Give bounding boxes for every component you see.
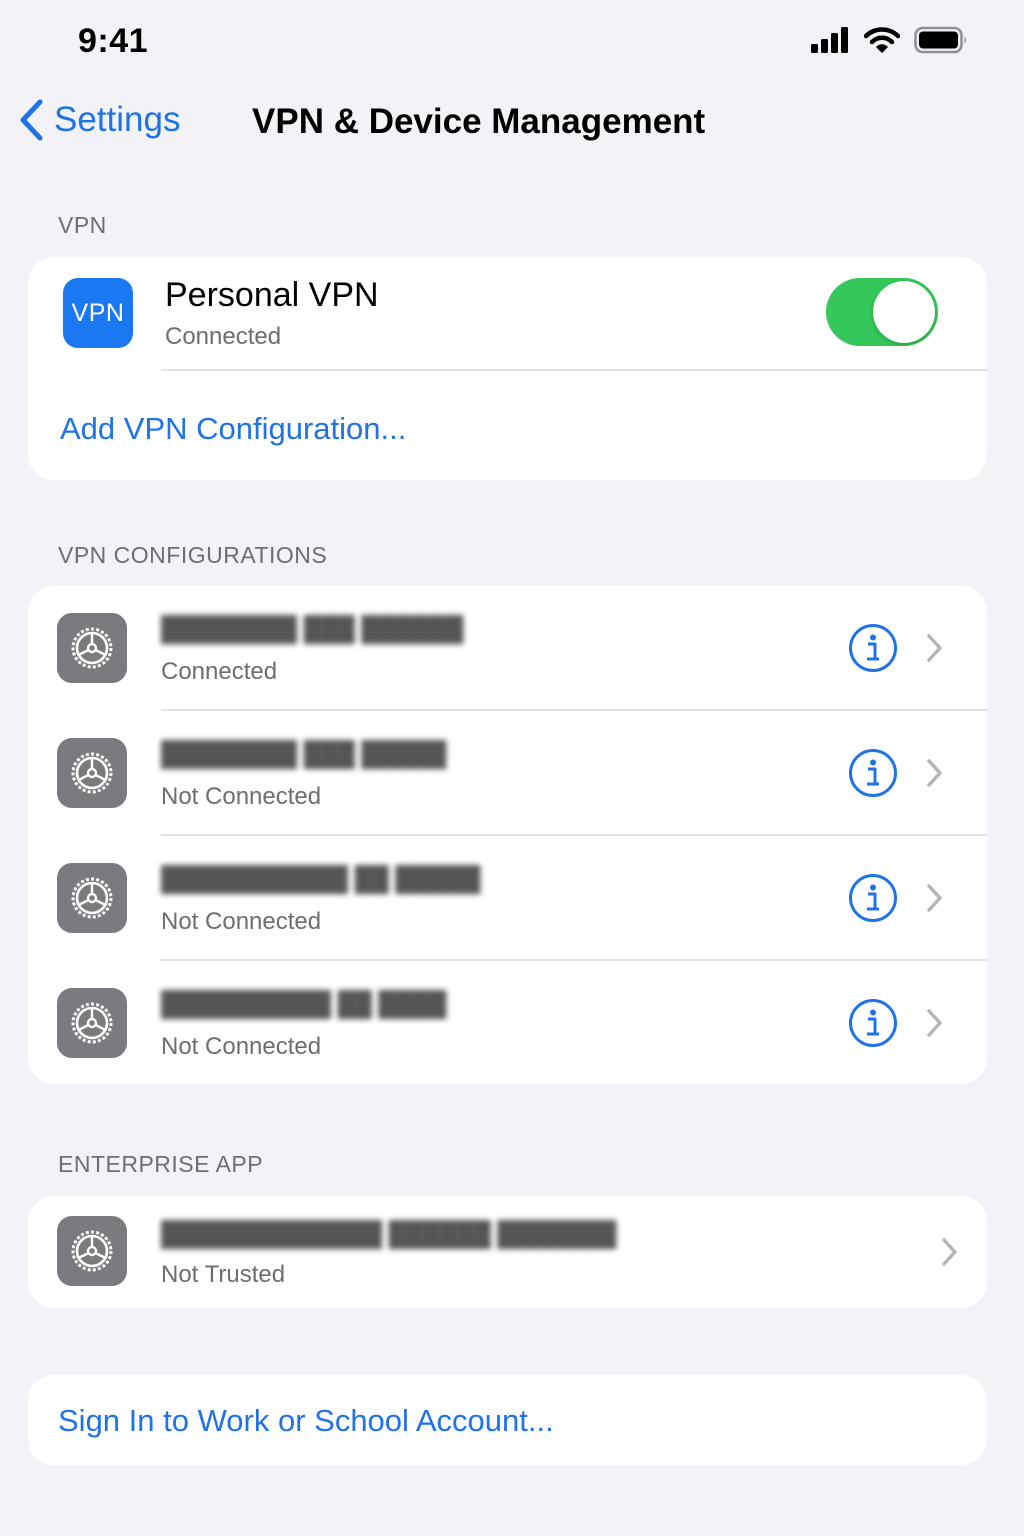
wifi-icon: [864, 27, 900, 53]
navigation-bar: Settings VPN & Device Management: [0, 92, 1024, 156]
sign-in-row[interactable]: Sign In to Work or School Account...: [28, 1375, 987, 1465]
vpn-configuration-name-redacted: ██████████ ██ ████: [161, 991, 447, 1018]
chevron-right-icon: [927, 884, 942, 912]
settings-gear-icon: [57, 613, 127, 683]
info-icon[interactable]: [848, 998, 898, 1048]
info-icon[interactable]: [848, 623, 898, 673]
vpn-configuration-name-redacted: ████████ ███ ██████: [161, 616, 464, 643]
vpn-configuration-row[interactable]: ████████ ███ █████ Not Connected: [28, 711, 987, 835]
vpn-configurations-card: ████████ ███ ██████ Connected ████████ █…: [28, 586, 987, 1084]
vpn-configuration-status: Not Connected: [161, 908, 322, 935]
settings-gear-icon: [57, 1216, 127, 1286]
vpn-configuration-status: Not Connected: [161, 783, 322, 810]
section-header-vpn: VPN: [58, 212, 107, 238]
chevron-right-icon: [942, 1238, 957, 1266]
add-vpn-configuration-link[interactable]: Add VPN Configuration...: [60, 411, 406, 447]
personal-vpn-title: Personal VPN: [165, 276, 379, 314]
section-header-enterprise-app: ENTERPRISE APP: [58, 1151, 264, 1177]
vpn-configuration-name-redacted: ███████████ ██ █████: [161, 866, 481, 893]
chevron-right-icon: [927, 634, 942, 662]
enterprise-app-status: Not Trusted: [161, 1261, 286, 1288]
personal-vpn-toggle[interactable]: [826, 278, 938, 346]
vpn-card: VPN Personal VPN Connected Add VPN Confi…: [28, 257, 987, 480]
vpn-configuration-row[interactable]: ██████████ ██ ████ Not Connected: [28, 961, 987, 1084]
section-header-vpn-configurations: VPN CONFIGURATIONS: [58, 542, 328, 568]
vpn-configuration-row[interactable]: ████████ ███ ██████ Connected: [28, 586, 987, 710]
vpn-configuration-row[interactable]: ███████████ ██ █████ Not Connected: [28, 836, 987, 960]
toggle-knob: [873, 281, 935, 343]
cellular-signal-icon: [811, 27, 848, 53]
settings-gear-icon: [57, 988, 127, 1058]
chevron-left-icon: [20, 99, 43, 141]
enterprise-app-card: █████████████ ██████ ███████ Not Trusted: [28, 1196, 987, 1308]
sign-in-card: Sign In to Work or School Account...: [28, 1375, 987, 1465]
enterprise-app-name-redacted: █████████████ ██████ ███████: [161, 1221, 617, 1248]
back-button-label: Settings: [54, 100, 181, 139]
add-vpn-configuration-row[interactable]: Add VPN Configuration...: [28, 371, 987, 480]
vpn-app-icon: VPN: [63, 278, 133, 348]
status-time: 9:41: [78, 22, 149, 60]
vpn-configuration-status: Connected: [161, 658, 278, 685]
status-bar: 9:41: [0, 0, 1024, 84]
enterprise-app-row[interactable]: █████████████ ██████ ███████ Not Trusted: [28, 1196, 987, 1308]
personal-vpn-row[interactable]: VPN Personal VPN Connected: [28, 257, 987, 370]
info-icon[interactable]: [848, 748, 898, 798]
vpn-configuration-name-redacted: ████████ ███ █████: [161, 741, 447, 768]
settings-gear-icon: [57, 863, 127, 933]
vpn-configuration-status: Not Connected: [161, 1033, 322, 1060]
page-title: VPN & Device Management: [252, 102, 706, 141]
personal-vpn-status: Connected: [165, 323, 282, 350]
vpn-app-icon-label: VPN: [71, 298, 125, 327]
info-icon[interactable]: [848, 873, 898, 923]
chevron-right-icon: [927, 1009, 942, 1037]
back-button[interactable]: Settings: [18, 98, 180, 142]
settings-gear-icon: [57, 738, 127, 808]
chevron-right-icon: [927, 759, 942, 787]
sign-in-work-school-link[interactable]: Sign In to Work or School Account...: [58, 1403, 554, 1439]
status-icons: [810, 26, 968, 54]
battery-icon: [914, 26, 966, 54]
